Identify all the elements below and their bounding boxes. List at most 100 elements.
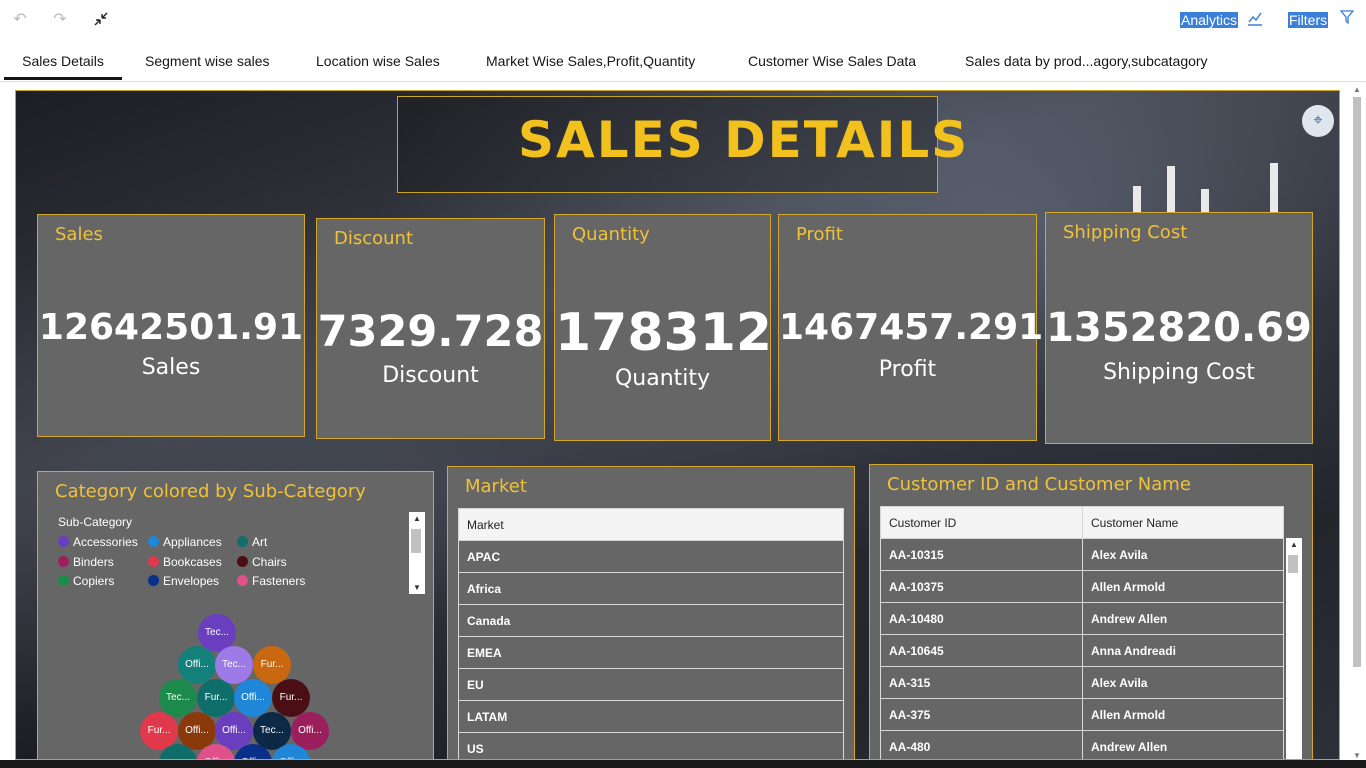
customer-name-cell: Alex Avila xyxy=(1082,666,1284,699)
analytics-chart-icon[interactable] xyxy=(1245,10,1265,30)
scrollbar-thumb[interactable] xyxy=(1288,555,1298,573)
panel-title: Customer ID and Customer Name xyxy=(887,474,1191,495)
kpi-profit-card[interactable]: Profit 1467457.291 Profit xyxy=(778,214,1043,441)
table-row[interactable]: APAC xyxy=(458,540,844,573)
kpi-label: Profit xyxy=(878,357,937,382)
legend-swatch xyxy=(237,536,248,547)
analytics-button[interactable]: Analytics xyxy=(1180,11,1239,29)
table-row[interactable]: AA-10315 Alex Avila xyxy=(880,538,1284,571)
background-decoration xyxy=(1270,163,1278,216)
table-cell: US xyxy=(458,732,844,759)
scroll-down-icon[interactable]: ▼ xyxy=(1350,751,1364,760)
redo-icon[interactable]: ↷ xyxy=(50,10,70,30)
table-row[interactable]: AA-10480 Andrew Allen xyxy=(880,602,1284,635)
title-box: SALES DETAILS xyxy=(397,96,967,193)
tab-market-wise-sales[interactable]: Market Wise Sales,Profit,Quantity xyxy=(486,42,695,80)
kpi-sales-card[interactable]: Sales 12642501.91 Sales xyxy=(37,214,305,437)
undo-icon[interactable]: ↶ xyxy=(10,10,30,30)
legend-label: Accessories xyxy=(73,535,138,549)
scrollbar-thumb[interactable] xyxy=(411,529,421,553)
legend-swatch xyxy=(148,556,159,567)
legend-label: Envelopes xyxy=(163,574,220,588)
filter-icon[interactable] xyxy=(1337,10,1357,30)
scrollbar-thumb[interactable] xyxy=(1353,97,1361,667)
scroll-up-icon[interactable]: ▲ xyxy=(1350,85,1364,94)
scroll-up-icon[interactable]: ▲ xyxy=(409,514,425,523)
bubble[interactable]: Offi... xyxy=(234,679,272,717)
kpi-discount-card[interactable]: Discount 7329.728 Discount xyxy=(316,218,545,439)
collapse-icon[interactable] xyxy=(91,10,111,30)
legend-swatch xyxy=(58,575,69,586)
legend-item[interactable]: Copiers xyxy=(58,574,114,588)
kpi-title: Sales xyxy=(55,224,103,245)
customer-panel: Customer ID and Customer Name Customer I… xyxy=(869,464,1313,759)
focus-mode-button[interactable]: ⌖ xyxy=(1302,105,1334,137)
bubble[interactable]: Fur... xyxy=(197,679,235,717)
column-header-customer-id[interactable]: Customer ID xyxy=(880,506,1083,539)
table-cell: LATAM xyxy=(458,700,844,733)
bubble[interactable]: Tec... xyxy=(159,679,197,717)
scroll-up-icon[interactable]: ▲ xyxy=(1286,540,1302,549)
table-row[interactable]: AA-480 Andrew Allen xyxy=(880,730,1284,759)
market-table: Market APAC Africa Canada EMEA EU LATAM … xyxy=(458,508,844,759)
tab-customer-wise-sales[interactable]: Customer Wise Sales Data xyxy=(748,42,916,80)
kpi-quantity-card[interactable]: Quantity 178312 Quantity xyxy=(554,214,772,441)
table-row[interactable]: EU xyxy=(458,668,844,701)
bubble[interactable]: Offi... xyxy=(178,646,216,684)
scroll-down-icon[interactable]: ▼ xyxy=(409,583,425,592)
legend-item[interactable]: Chairs xyxy=(237,555,287,569)
legend-label: Art xyxy=(252,535,268,549)
column-header[interactable]: Market xyxy=(458,508,844,541)
table-row[interactable]: AA-375 Allen Armold xyxy=(880,698,1284,731)
table-row[interactable]: US xyxy=(458,732,844,759)
bubble[interactable]: Fur... xyxy=(272,679,310,717)
customer-id-cell: AA-10315 xyxy=(880,538,1083,571)
table-row[interactable]: Canada xyxy=(458,604,844,637)
bubble[interactable]: Fur... xyxy=(253,646,291,684)
customer-id-cell: AA-480 xyxy=(880,730,1083,759)
table-row[interactable]: AA-315 Alex Avila xyxy=(880,666,1284,699)
customer-name-cell: Allen Armold xyxy=(1082,698,1284,731)
legend-item[interactable]: Appliances xyxy=(148,535,222,549)
kpi-label: Quantity xyxy=(614,366,711,391)
kpi-label: Shipping Cost xyxy=(1103,360,1255,385)
table-row[interactable]: Africa xyxy=(458,572,844,605)
legend-item[interactable]: Binders xyxy=(58,555,114,569)
table-row[interactable]: LATAM xyxy=(458,700,844,733)
filters-button[interactable]: Filters xyxy=(1288,11,1329,29)
legend-item[interactable]: Envelopes xyxy=(148,574,219,588)
customer-table-scrollbar[interactable]: ▲ xyxy=(1286,538,1302,759)
tab-sales-details[interactable]: Sales Details xyxy=(4,42,122,80)
bubble[interactable]: Tec... xyxy=(215,646,253,684)
legend-title: Sub-Category xyxy=(58,515,133,529)
customer-id-cell: AA-375 xyxy=(880,698,1083,731)
tab-location-wise-sales[interactable]: Location wise Sales xyxy=(316,42,440,80)
legend-scrollbar[interactable]: ▲ ▼ xyxy=(409,512,425,594)
customer-name-cell: Andrew Allen xyxy=(1082,730,1284,759)
dashboard-title: SALES DETAILS xyxy=(518,111,970,169)
table-row[interactable]: AA-10645 Anna Andreadi xyxy=(880,634,1284,667)
legend-item[interactable]: Bookcases xyxy=(148,555,222,569)
kpi-label: Discount xyxy=(382,363,479,388)
column-header-customer-name[interactable]: Customer Name xyxy=(1082,506,1284,539)
kpi-value: 7329.728 xyxy=(317,307,544,357)
kpi-shipping-cost-card[interactable]: Shipping Cost 1352820.69 Shipping Cost xyxy=(1045,212,1313,444)
legend-label: Binders xyxy=(73,555,114,569)
legend-item[interactable]: Art xyxy=(237,535,267,549)
tab-sales-by-product[interactable]: Sales data by prod...agory,subcatagory xyxy=(965,42,1208,80)
customer-table: Customer ID Customer Name AA-10315 Alex A… xyxy=(880,506,1284,759)
tab-segment-wise-sales[interactable]: Segment wise sales xyxy=(145,42,270,80)
legend-swatch xyxy=(237,575,248,586)
customer-id-cell: AA-10645 xyxy=(880,634,1083,667)
bottom-edge xyxy=(0,760,1366,768)
sub-category-legend: Sub-Category Accessories Appliances Art … xyxy=(56,510,430,593)
table-row[interactable]: AA-10375 Allen Armold xyxy=(880,570,1284,603)
customer-name-cell: Anna Andreadi xyxy=(1082,634,1284,667)
table-row[interactable]: EMEA xyxy=(458,636,844,669)
legend-item[interactable]: Fasteners xyxy=(237,574,305,588)
legend-swatch xyxy=(58,536,69,547)
legend-item[interactable]: Accessories xyxy=(58,535,138,549)
legend-label: Fasteners xyxy=(252,574,306,588)
page-scrollbar[interactable]: ▲ ▼ xyxy=(1350,85,1364,760)
legend-swatch xyxy=(237,556,248,567)
